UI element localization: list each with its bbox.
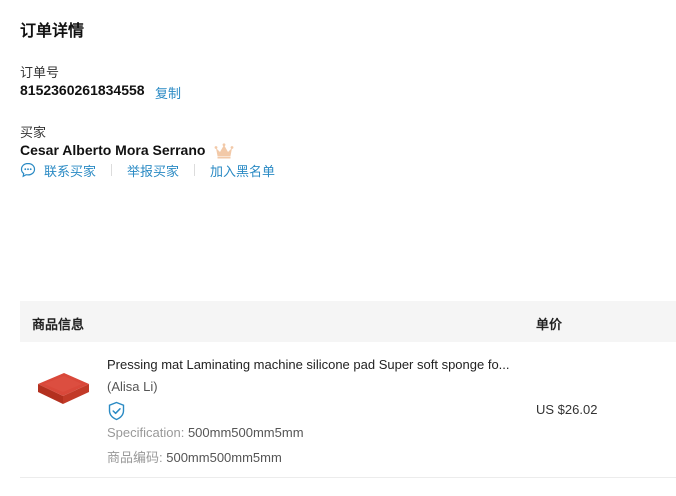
add-to-blacklist-link[interactable]: 加入黑名单	[210, 161, 275, 180]
product-code: 商品编码: 500mm500mm5mm	[107, 447, 282, 466]
product-info-header: 商品信息	[32, 317, 85, 332]
page-title: 订单详情	[20, 23, 85, 40]
product-table-header: 商品信息 单价	[20, 301, 676, 342]
order-number-value: 8152360261834558	[20, 82, 145, 98]
product-code-label: 商品编码:	[107, 450, 167, 465]
divider	[194, 164, 196, 176]
contact-buyer-link[interactable]: 联系买家	[44, 161, 96, 180]
divider	[111, 164, 113, 176]
chat-icon	[20, 162, 36, 178]
specification-label: Specification:	[107, 425, 188, 440]
buyer-name: Cesar Alberto Mora Serrano	[20, 142, 206, 158]
product-specification: Specification: 500mm500mm5mm	[107, 425, 304, 440]
crown-icon	[214, 143, 234, 159]
product-seller: (Alisa Li)	[107, 379, 158, 394]
order-number-label: 订单号	[20, 65, 60, 80]
unit-price: US $26.02	[536, 402, 598, 417]
order-details-page: 订单详情 订单号 8152360261834558 复制 买家 Cesar Al…	[0, 0, 676, 496]
buyer-actions: 联系买家 举报买家 加入黑名单	[20, 161, 275, 179]
shield-check-icon	[108, 401, 125, 421]
report-buyer-link[interactable]: 举报买家	[127, 161, 179, 180]
unit-price-header: 单价	[536, 317, 563, 332]
table-row: Pressing mat Laminating machine silicone…	[20, 342, 676, 478]
specification-value: 500mm500mm5mm	[187, 425, 304, 440]
product-code-value: 500mm500mm5mm	[166, 450, 282, 465]
product-thumbnail[interactable]	[34, 360, 92, 412]
buyer-label: 买家	[20, 125, 47, 140]
product-name-link[interactable]: Pressing mat Laminating machine silicone…	[107, 357, 517, 372]
order-details-card: 订单详情 订单号 8152360261834558 复制 买家 Cesar Al…	[0, 0, 676, 496]
copy-order-number-link[interactable]: 复制	[155, 83, 181, 102]
